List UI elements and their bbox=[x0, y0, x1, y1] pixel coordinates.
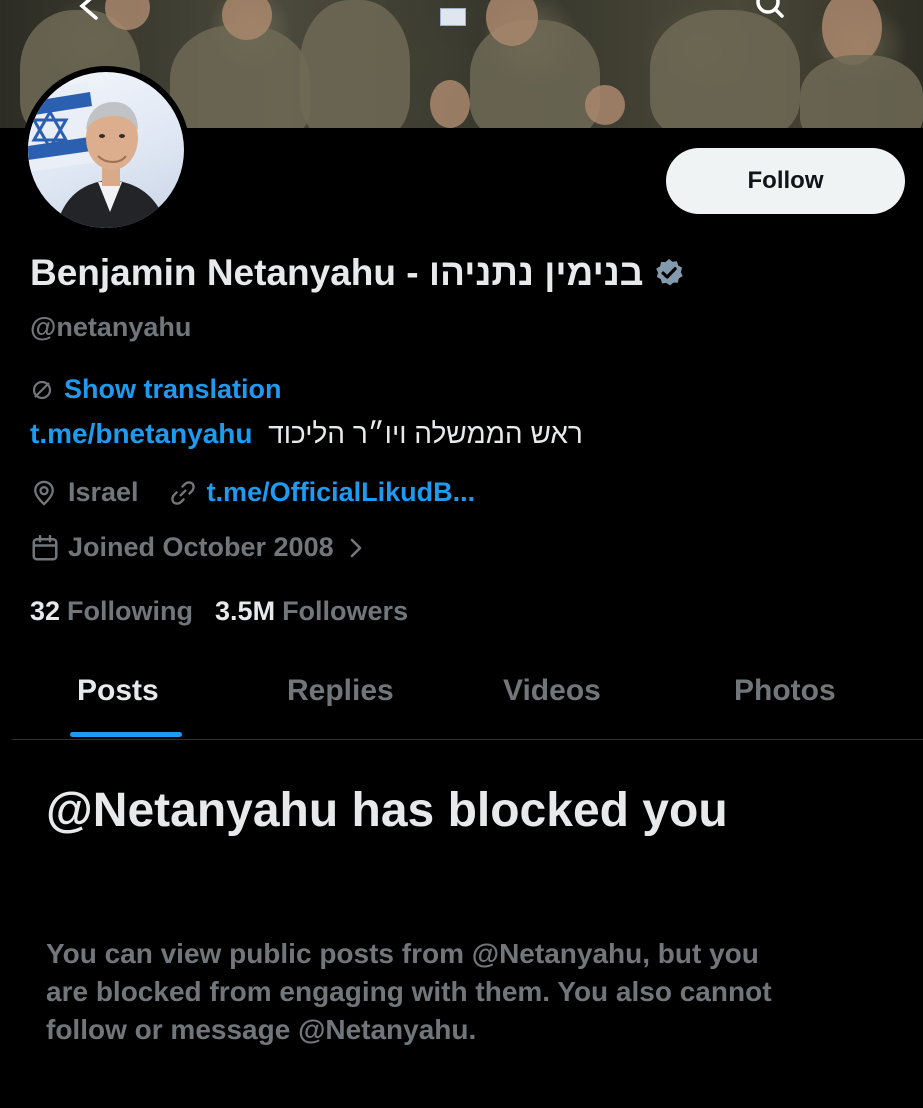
blocked-title: @Netanyahu has blocked you bbox=[46, 784, 728, 837]
user-handle: @netanyahu bbox=[30, 312, 192, 342]
search-icon[interactable] bbox=[750, 0, 790, 26]
profile-avatar[interactable] bbox=[22, 66, 190, 234]
banner-figure bbox=[650, 10, 800, 128]
tab-posts[interactable]: Posts bbox=[77, 674, 159, 708]
display-name: Benjamin Netanyahu - בנימין נתניהו bbox=[30, 252, 644, 293]
tab-replies[interactable]: Replies bbox=[287, 674, 394, 708]
banner-figure bbox=[170, 25, 310, 128]
follow-stats: 32 Following 3.5M Followers bbox=[30, 596, 408, 627]
banner-figure bbox=[470, 20, 600, 128]
follow-button[interactable]: Follow bbox=[666, 148, 905, 214]
active-tab-indicator bbox=[70, 732, 182, 737]
profile-tabs: Posts Replies Videos Photos bbox=[12, 648, 923, 740]
following-count: 32 bbox=[30, 596, 61, 626]
show-translation-link[interactable]: Show translation bbox=[64, 374, 282, 405]
back-arrow-icon[interactable] bbox=[70, 0, 110, 26]
banner-flag-patch bbox=[440, 8, 466, 26]
bio-text: ראש הממשלה ויו״ר הליכוד bbox=[268, 418, 583, 449]
link-icon bbox=[170, 480, 195, 505]
blocked-description: You can view public posts from @Netanyah… bbox=[46, 938, 772, 1045]
show-translation-row[interactable]: Show translation bbox=[30, 374, 282, 405]
calendar-icon bbox=[32, 534, 58, 560]
verified-badge-icon[interactable] bbox=[653, 257, 685, 289]
banner-figure bbox=[300, 0, 410, 128]
banner-figure bbox=[430, 80, 470, 128]
bio-link[interactable]: t.me/bnetanyahu bbox=[30, 418, 252, 449]
followers-stat[interactable]: 3.5M Followers bbox=[215, 596, 408, 627]
profile-page: Follow Benjamin Netanyahu - בנימין נתניה… bbox=[0, 0, 923, 1108]
website-link[interactable]: t.me/OfficialLikudB... bbox=[207, 477, 476, 508]
banner-figure bbox=[800, 55, 923, 128]
avatar-portrait bbox=[28, 82, 168, 228]
following-label: Following bbox=[67, 596, 194, 626]
tab-photos[interactable]: Photos bbox=[734, 674, 836, 708]
followers-label: Followers bbox=[282, 596, 409, 626]
tab-videos[interactable]: Videos bbox=[503, 674, 601, 708]
following-stat[interactable]: 32 Following bbox=[30, 596, 193, 627]
profile-meta-row: Israel t.me/OfficialLikudB... bbox=[30, 477, 475, 508]
avatar-image bbox=[28, 72, 184, 228]
joined-row[interactable]: Joined October 2008 bbox=[30, 532, 366, 563]
location-text: Israel bbox=[68, 477, 139, 507]
display-name-row: Benjamin Netanyahu - בנימין נתניהו bbox=[30, 252, 685, 294]
chevron-right-icon bbox=[350, 538, 361, 557]
followers-count: 3.5M bbox=[215, 596, 276, 626]
banner-figure bbox=[585, 85, 625, 125]
translate-icon bbox=[32, 380, 52, 399]
bio: t.me/bnetanyahu ראש הממשלה ויו״ר הליכוד bbox=[30, 418, 583, 450]
joined-text: Joined October 2008 bbox=[68, 532, 334, 562]
location-pin-icon bbox=[34, 480, 54, 506]
